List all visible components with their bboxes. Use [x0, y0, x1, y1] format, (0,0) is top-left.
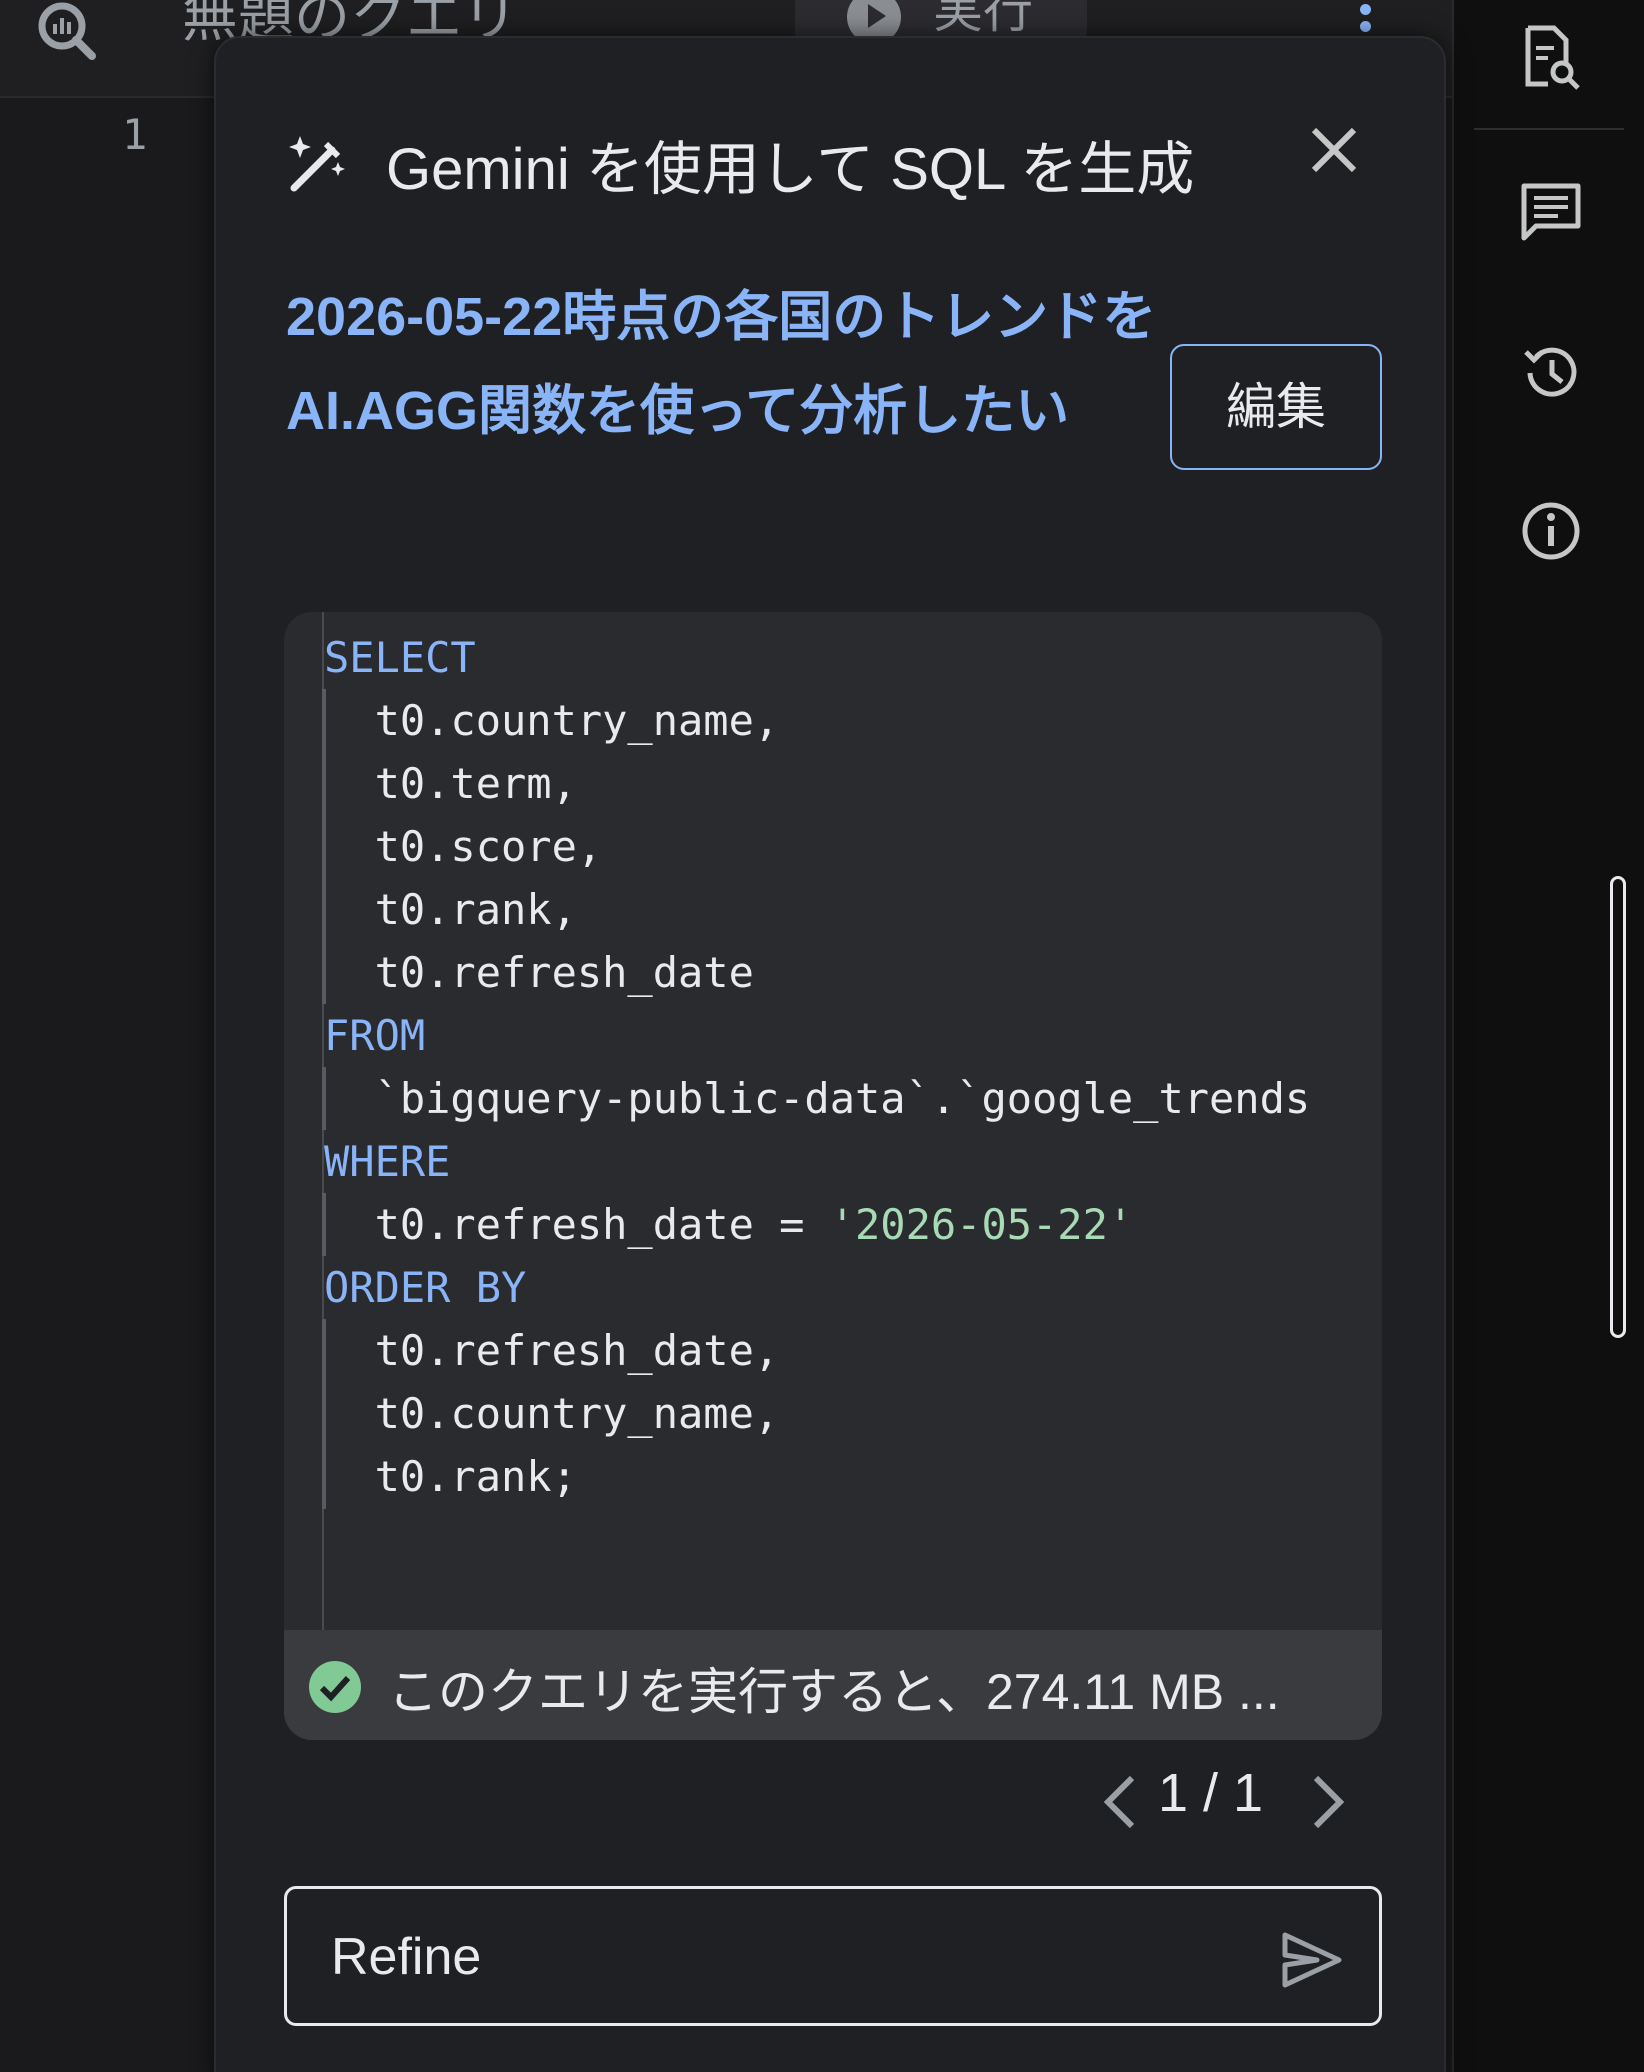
chevron-right-icon[interactable]: [1308, 1772, 1348, 1832]
sql-keyword: WHERE: [324, 1137, 451, 1186]
code-line: t0.refresh_date,: [324, 1319, 1310, 1382]
code-line: t0.country_name,: [324, 1382, 1310, 1445]
code-line: t0.score,: [324, 815, 1310, 878]
bigquery-icon[interactable]: [34, 0, 98, 62]
refine-input[interactable]: [331, 1917, 1231, 1997]
right-rail: [1452, 0, 1644, 2072]
close-icon[interactable]: [1304, 120, 1364, 180]
sql-keyword: ORDER BY: [324, 1263, 527, 1312]
prompt-text: 2026-05-22時点の各国のトレンドをAI.AGG関数を使って分析したい: [286, 287, 1157, 441]
line-number: 1: [122, 110, 148, 159]
status-text: このクエリを実行すると、274.11 MB ...: [388, 1664, 1280, 1720]
query-validation-bar: このクエリを実行すると、274.11 MB ...: [284, 1630, 1382, 1740]
code-line: WHERE: [324, 1130, 1310, 1193]
code-line: t0.refresh_date = '2026-05-22': [324, 1193, 1310, 1256]
scrollbar[interactable]: [1610, 876, 1626, 1338]
sql-text: `bigquery-public-data`.`google_trends: [324, 1074, 1311, 1123]
sql-text: t0.refresh_date =: [324, 1200, 830, 1249]
code-line: ORDER BY: [324, 1256, 1310, 1319]
sql-text: t0.refresh_date,: [324, 1326, 780, 1375]
sql-code: SELECT t0.country_name, t0.term, t0.scor…: [324, 626, 1310, 1508]
panel-header: Gemini を使用して SQL を生成: [286, 118, 1386, 202]
code-line: t0.refresh_date: [324, 941, 1310, 1004]
refine-field: [284, 1886, 1382, 2026]
code-line: t0.rank,: [324, 878, 1310, 941]
sql-text: t0.term,: [324, 759, 577, 808]
send-icon[interactable]: [1279, 1927, 1345, 1993]
sql-code-card: SELECT t0.country_name, t0.term, t0.scor…: [284, 612, 1382, 1740]
check-circle-icon: [309, 1661, 361, 1713]
rail-divider: [1474, 128, 1624, 130]
sql-keyword: FROM: [324, 1011, 426, 1060]
code-line: FROM: [324, 1004, 1310, 1067]
history-icon[interactable]: [1518, 340, 1584, 406]
code-line: t0.rank;: [324, 1445, 1310, 1508]
sql-text: t0.refresh_date: [324, 948, 754, 997]
panel-title: Gemini を使用して SQL を生成: [386, 137, 1195, 202]
sql-text: t0.country_name,: [324, 1389, 780, 1438]
code-line: t0.country_name,: [324, 689, 1310, 752]
sql-text: t0.country_name,: [324, 696, 780, 745]
query-inspect-icon[interactable]: [1518, 24, 1584, 90]
sql-code-block[interactable]: SELECT t0.country_name, t0.term, t0.scor…: [284, 612, 1382, 1630]
code-line: SELECT: [324, 626, 1310, 689]
code-line: `bigquery-public-data`.`google_trends: [324, 1067, 1311, 1130]
sql-text: t0.rank,: [324, 885, 577, 934]
sql-text: t0.score,: [324, 822, 603, 871]
gemini-sql-panel: Gemini を使用して SQL を生成 2026-05-22時点の各国のトレン…: [214, 36, 1446, 2072]
pager-label: 1 / 1: [1158, 1763, 1264, 1823]
result-pager: 1 / 1: [1100, 1754, 1400, 1844]
code-line: t0.term,: [324, 752, 1310, 815]
sql-string: '2026-05-22': [829, 1200, 1134, 1249]
comment-icon[interactable]: [1518, 180, 1584, 246]
more-vert-icon[interactable]: [1360, 4, 1372, 34]
info-icon[interactable]: [1518, 498, 1584, 564]
chevron-left-icon[interactable]: [1100, 1772, 1140, 1832]
sparkle-pen-icon: [289, 136, 345, 192]
edit-button[interactable]: 編集: [1170, 344, 1382, 470]
sql-keyword: SELECT: [324, 633, 476, 682]
sql-text: t0.rank;: [324, 1452, 577, 1501]
run-button[interactable]: 実行: [795, 0, 1087, 44]
